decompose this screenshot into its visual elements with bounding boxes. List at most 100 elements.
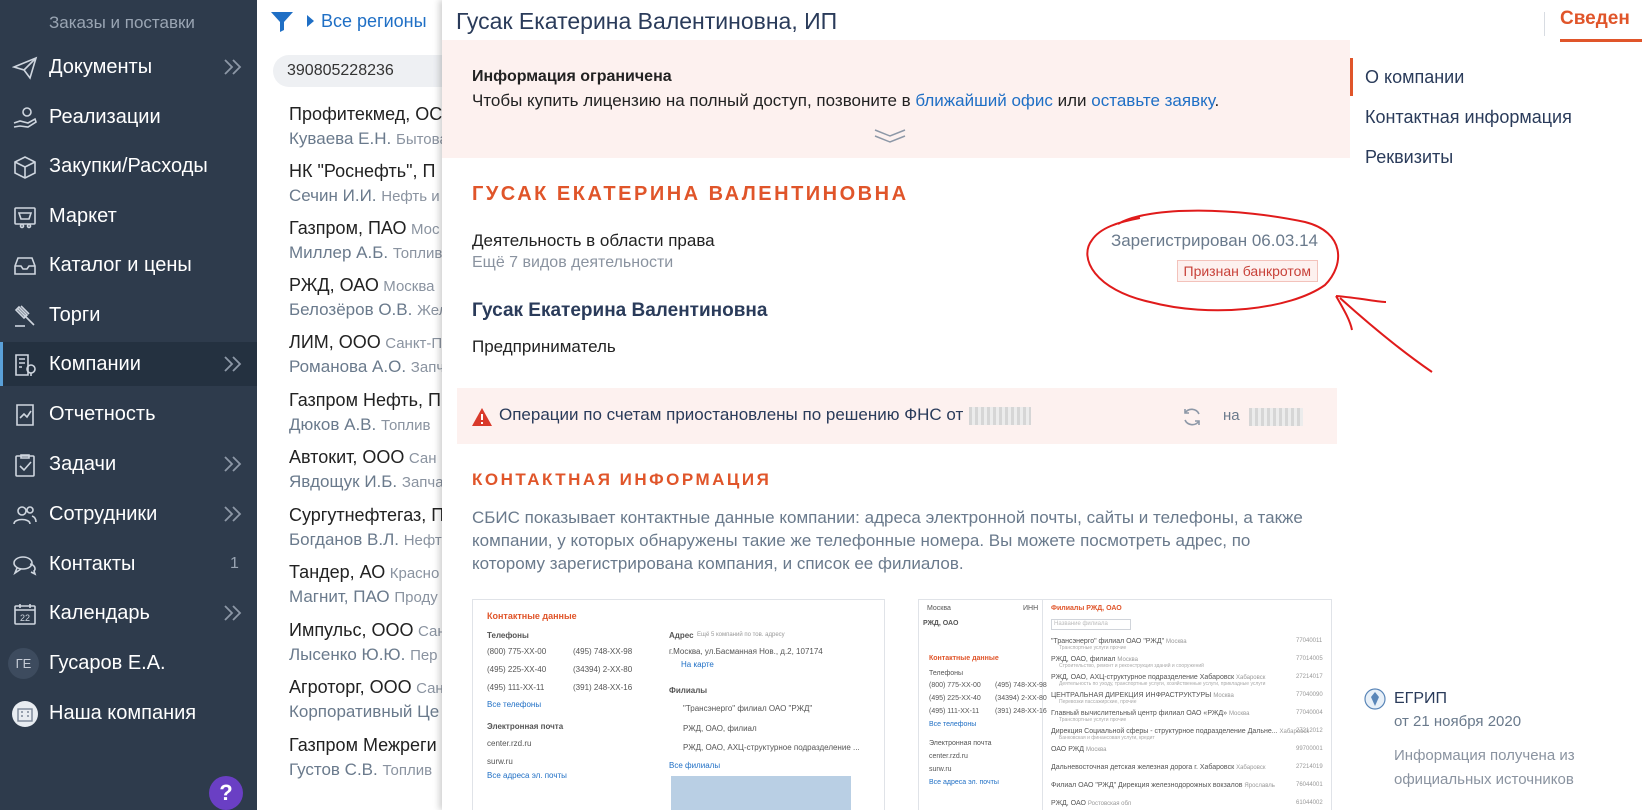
list-item[interactable]: Профитекмед, ОС Куваева Е.Н. Бытова: [289, 104, 442, 149]
main-sidebar: Заказы и поставки Документы Реализации З…: [0, 0, 257, 810]
sidebar-item-tenders[interactable]: Торги: [0, 293, 257, 337]
company-head: Магнит, ПАО: [289, 587, 390, 606]
sidebar-item-our-company[interactable]: Наша компания: [0, 691, 257, 735]
company-region: Сан: [418, 623, 442, 640]
cart-icon: [11, 203, 38, 230]
sidebar-item-contacts[interactable]: Контакты 1: [0, 542, 257, 586]
sidebar-item-purchases[interactable]: Закупки/Расходы: [0, 144, 257, 188]
list-item[interactable]: РЖД, ОАО Москва Белозёров О.В. Жел: [289, 275, 442, 320]
refresh-icon[interactable]: [1181, 406, 1203, 428]
company-activity: Запча: [401, 474, 442, 491]
sidebar-item-sales[interactable]: Реализации: [0, 95, 257, 139]
restricted-text-part: .: [1214, 91, 1220, 110]
double-chevron-right-icon[interactable]: [222, 57, 244, 77]
our-company-icon: [11, 700, 38, 727]
sidebar-item-label: Календарь: [49, 601, 150, 624]
sidebar-item-tasks[interactable]: Задачи: [0, 442, 257, 486]
help-button[interactable]: ?: [209, 776, 243, 810]
company-region: Москва: [383, 278, 435, 295]
leave-request-link[interactable]: оставьте заявку: [1091, 91, 1214, 110]
preview2-branch-city: Москва: [1213, 693, 1234, 699]
sidebar-item-label: Реализации: [49, 105, 161, 128]
sidebar-item-catalog[interactable]: Каталог и цены: [0, 243, 257, 287]
list-item[interactable]: Импульс, ООО Сан Лысенко Ю.Ю. Пер: [289, 620, 442, 665]
list-item[interactable]: НК "Роснефть", П Сечин И.И. Нефть и: [289, 161, 440, 206]
nearest-office-link[interactable]: ближайший офис: [915, 91, 1053, 110]
sidebar-item-companies[interactable]: Компании: [0, 342, 257, 386]
contact-info-description: СБИС показывает контактные данные компан…: [472, 508, 1303, 573]
sidebar-item-employees[interactable]: Сотрудники: [0, 492, 257, 536]
sidebar-item-market[interactable]: Маркет: [0, 194, 257, 238]
search-input[interactable]: 390805228236: [273, 55, 442, 87]
catalog-tray-icon: [11, 252, 38, 279]
preview2-branch-sub: Транспортные услуги прочие: [1059, 645, 1127, 651]
double-chevron-right-icon[interactable]: [222, 603, 244, 623]
preview2-branch-row: ОАО РЖД Москва 99700001: [1051, 746, 1331, 753]
registration-date: Зарегистрирован 06.03.14: [1110, 231, 1318, 250]
preview2-branch-code: 77040004: [1296, 710, 1323, 716]
list-item[interactable]: Газпром, ПАО Мос Миллер А.Б. Топлив: [289, 218, 442, 263]
sidebar-item-documents[interactable]: Документы: [0, 45, 257, 89]
anchor-requisites[interactable]: Реквизиты: [1350, 147, 1453, 168]
restricted-text-part: или: [1052, 91, 1092, 110]
company-activity: Топлив: [380, 417, 431, 434]
sidebar-item-calendar[interactable]: 22 Календарь: [0, 591, 257, 635]
list-item[interactable]: Газпром Межреги Густов С.В. Топлив: [289, 735, 437, 780]
fns-emblem-icon: [1364, 688, 1386, 710]
more-activities-link[interactable]: Ещё 7 видов деятельности: [472, 254, 673, 272]
preview2-branch-city: Москва: [1166, 639, 1187, 645]
preview2-branch-name: Главный вычислительный центр филиал ОАО …: [1051, 710, 1228, 717]
chat-bubbles-icon: [11, 551, 38, 578]
restricted-text: Чтобы купить лицензию на полный доступ, …: [472, 91, 1219, 111]
preview2-branch-city: Ростовская обл: [1087, 801, 1132, 807]
sidebar-top-label[interactable]: Заказы и поставки: [49, 13, 195, 33]
preview-phones-label: Телефоны: [487, 631, 529, 640]
company-activity: Проду: [394, 589, 438, 606]
company-activity: Топлив: [382, 762, 433, 779]
preview2-branch-row: РЖД, ОАО, АХЦ-структурное подразделение …: [1051, 674, 1331, 687]
sidebar-item-user[interactable]: ГЕ Гусаров Е.А.: [0, 641, 257, 685]
sidebar-item-reports[interactable]: Отчетность: [0, 392, 257, 436]
filter-funnel-icon[interactable]: [269, 9, 295, 33]
anchor-contact-info[interactable]: Контактная информация: [1350, 107, 1572, 128]
list-item[interactable]: Автокит, ООО Сан Явдощук И.Б. Запча: [289, 447, 442, 492]
egrip-title[interactable]: ЕГРИП: [1394, 690, 1447, 708]
company-building-icon: [11, 351, 38, 378]
company-head: Богданов В.Л.: [289, 530, 399, 549]
region-filter-link[interactable]: Все регионы: [321, 11, 427, 32]
report-icon: [11, 401, 38, 428]
preview-map-thumbnail: [671, 776, 851, 810]
company-activity: Жел: [417, 302, 442, 319]
person-name[interactable]: Гусак Екатерина Валентиновна: [472, 300, 767, 322]
preview2-phone: (391) 248-XX-16: [995, 708, 1047, 715]
double-chevron-right-icon[interactable]: [222, 354, 244, 374]
preview2-branch-city: Ярославль: [1244, 783, 1275, 789]
list-item[interactable]: ЛИМ, ООО Санкт-П Романова А.О. Запч: [289, 332, 442, 377]
anchor-about-company[interactable]: О компании: [1350, 58, 1464, 96]
preview2-branch-row: Дирекция Социальной сферы - структурное …: [1051, 728, 1331, 741]
preview-email-label: Электронная почта: [487, 722, 564, 731]
expand-chevron-icon[interactable]: [873, 128, 907, 144]
list-item[interactable]: Агроторг, ООО Сан Корпоративный Це: [289, 677, 442, 722]
preview-email: surw.ru: [487, 757, 513, 766]
preview2-all-emails: Все адреса эл. почты: [929, 779, 999, 786]
preview-address-note: Ещё 5 компаний по тов. адресу: [697, 632, 785, 638]
preview2-branch-code: 77040011: [1296, 638, 1323, 644]
preview-phone: (495) 111-XX-11: [487, 683, 545, 692]
company-activity: Бытова: [395, 131, 442, 148]
double-chevron-right-icon[interactable]: [222, 454, 244, 474]
preview2-branch-sub: Транспортные услуги прочие: [1059, 717, 1127, 723]
company-activity: Запч: [410, 359, 442, 376]
list-item[interactable]: Газпром Нефть, П Дюков А.В. Топлив: [289, 390, 441, 435]
double-chevron-right-icon[interactable]: [222, 504, 244, 524]
people-icon: [11, 501, 38, 528]
preview2-branch-name: ОАО РЖД: [1051, 746, 1084, 753]
gavel-icon: [11, 302, 38, 329]
company-card-panel: Гусак Екатерина Валентиновна, ИП Сведен …: [442, 0, 1642, 810]
preview-on-map: На карте: [681, 660, 714, 669]
preview-phone: (34394) 2-XX-80: [573, 665, 633, 674]
preview2-branch-sub: Банковская и финансовая услуги, кредит: [1059, 735, 1155, 741]
list-item[interactable]: Сургутнефтегаз, П Богданов В.Л. Нефт: [289, 505, 442, 550]
tab-info[interactable]: Сведен: [1560, 8, 1642, 42]
list-item[interactable]: Тандер, АО Красно Магнит, ПАО Проду: [289, 562, 439, 607]
